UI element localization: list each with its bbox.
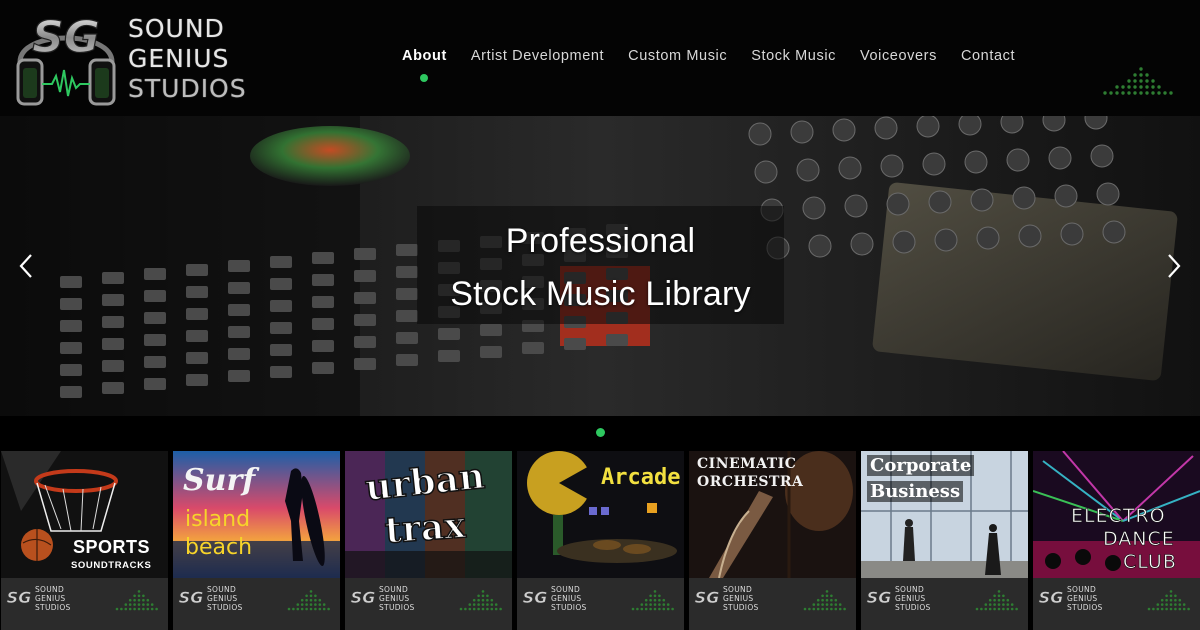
album-card-sports[interactable]: SPORTS SOUNDTRACKS SG SOUND GENIUS STUDIOS bbox=[1, 451, 168, 630]
mini-logo-icon: SG bbox=[522, 588, 548, 608]
hero-slider: Professional Stock Music Library bbox=[0, 116, 1200, 416]
mini-equalizer-icon bbox=[975, 590, 1018, 611]
nav-label-custom-music: Custom Music bbox=[628, 48, 728, 64]
nav-label-about: About bbox=[402, 48, 447, 64]
album-title-cinematic: CINEMATIC bbox=[697, 456, 797, 472]
nav-label-artist-development: Artist Development bbox=[470, 48, 605, 64]
mini-logo-icon: SG bbox=[350, 588, 376, 608]
slider-pagination bbox=[0, 416, 1200, 450]
logo-mark-icon: SG bbox=[16, 11, 116, 106]
mini-logo-icon: SG bbox=[6, 588, 32, 608]
mini-wordmark: SOUND GENIUS STUDIOS bbox=[379, 585, 415, 612]
album-title-beach: beach bbox=[185, 535, 253, 560]
album-title-dance: DANCE bbox=[1103, 528, 1175, 551]
site-logo[interactable]: SG SOUND GENIUS STUDIOS bbox=[12, 10, 274, 110]
mini-wordmark: SOUND GENIUS STUDIOS bbox=[551, 585, 587, 612]
album-card-urban-trax[interactable]: urban trax SG SOUND GENIUS STUDIOS bbox=[345, 451, 512, 630]
nav-label-voiceovers: Voiceovers bbox=[860, 48, 937, 64]
album-title-corporate: Corporate bbox=[867, 455, 975, 476]
album-footer: SG SOUND GENIUS STUDIOS bbox=[345, 578, 512, 630]
album-card-corporate-business[interactable]: Corporate Business SG SOUND GENIUS STUDIOS bbox=[861, 451, 1028, 630]
nav-label-stock-music: Stock Music bbox=[751, 48, 836, 64]
album-footer: SG SOUND GENIUS STUDIOS bbox=[861, 578, 1028, 630]
album-subtitle-sports: SOUNDTRACKS bbox=[71, 560, 152, 571]
main-nav: About Artist Development Custom Music St… bbox=[402, 48, 1015, 82]
album-title-sports: SPORTS bbox=[73, 537, 151, 557]
mini-wordmark: SOUND GENIUS STUDIOS bbox=[895, 585, 931, 612]
nav-item-stock-music[interactable]: Stock Music bbox=[751, 48, 836, 70]
mini-wordmark: SOUND GENIUS STUDIOS bbox=[723, 585, 759, 612]
album-card-cinematic-orchestra[interactable]: CINEMATIC ORCHESTRA SG SOUND GENIUS STUDIO… bbox=[689, 451, 856, 630]
album-card-surf[interactable]: Surf island beach SG SOUND GENIUS STUDIOS bbox=[173, 451, 340, 630]
album-card-arcade[interactable]: Arcade SG SOUND GENIUS STUDIOS bbox=[517, 451, 684, 630]
mini-logo-icon: SG bbox=[178, 588, 204, 608]
svg-text:SG: SG bbox=[523, 588, 548, 607]
album-title-electro: ELECTRO bbox=[1071, 505, 1166, 528]
mini-equalizer-icon bbox=[287, 590, 330, 611]
chevron-right-icon[interactable] bbox=[1162, 252, 1186, 280]
active-nav-indicator bbox=[420, 74, 429, 82]
nav-item-contact[interactable]: Contact bbox=[961, 48, 1015, 70]
hero-caption: Professional Stock Music Library bbox=[417, 206, 784, 324]
nav-item-about[interactable]: About bbox=[402, 48, 447, 82]
nav-item-artist-development[interactable]: Artist Development bbox=[471, 48, 604, 70]
album-card-electro-dance-club[interactable]: ELECTRO DANCE CLUB SG SOUND GENIUS STUDIOS bbox=[1033, 451, 1200, 630]
logo-line-sound: SOUND bbox=[128, 14, 225, 43]
album-title-trax: trax bbox=[383, 503, 468, 552]
mini-equalizer-icon bbox=[115, 590, 158, 611]
mini-equalizer-icon bbox=[631, 590, 674, 611]
mini-wordmark: SOUND GENIUS STUDIOS bbox=[1067, 585, 1103, 612]
mini-equalizer-icon bbox=[803, 590, 846, 611]
svg-text:SG: SG bbox=[32, 12, 100, 63]
album-title-business: Business bbox=[867, 481, 964, 502]
mini-logo-icon: SG bbox=[694, 588, 720, 608]
album-art-sports bbox=[1, 451, 168, 578]
svg-text:SG: SG bbox=[695, 588, 720, 607]
svg-text:SG: SG bbox=[351, 588, 376, 607]
svg-text:SG: SG bbox=[867, 588, 892, 607]
svg-text:SG: SG bbox=[179, 588, 204, 607]
album-title-orchestra: ORCHESTRA bbox=[697, 474, 804, 490]
album-strip: SPORTS SOUNDTRACKS SG SOUND GENIUS STUDIOS bbox=[0, 451, 1200, 630]
album-footer: SG SOUND GENIUS STUDIOS bbox=[1033, 578, 1200, 630]
album-footer: SG SOUND GENIUS STUDIOS bbox=[689, 578, 856, 630]
album-footer: SG SOUND GENIUS STUDIOS bbox=[517, 578, 684, 630]
logo-line-studios: STUDIOS bbox=[128, 74, 247, 103]
album-title-island: island bbox=[185, 507, 251, 532]
svg-text:SG: SG bbox=[1039, 588, 1064, 607]
logo-line-genius: GENIUS bbox=[128, 44, 230, 73]
album-title-arcade: Arcade bbox=[601, 465, 681, 490]
album-title-club: CLUB bbox=[1123, 551, 1177, 574]
mini-wordmark: SOUND GENIUS STUDIOS bbox=[35, 585, 71, 612]
album-footer: SG SOUND GENIUS STUDIOS bbox=[173, 578, 340, 630]
hero-title-line-1: Professional bbox=[505, 222, 696, 260]
mini-equalizer-icon bbox=[1147, 590, 1190, 611]
svg-text:SG: SG bbox=[7, 588, 32, 607]
nav-label-contact: Contact bbox=[960, 48, 1016, 64]
logo-wordmark: SOUND GENIUS STUDIOS bbox=[128, 14, 278, 104]
mini-wordmark: SOUND GENIUS STUDIOS bbox=[207, 585, 243, 612]
album-title-surf: Surf bbox=[183, 463, 256, 498]
hero-title-line-2: Stock Music Library bbox=[450, 275, 751, 313]
slider-dot-active[interactable] bbox=[596, 428, 605, 437]
album-footer: SG SOUND GENIUS STUDIOS bbox=[1, 578, 168, 630]
mini-logo-icon: SG bbox=[1038, 588, 1064, 608]
site-header: SG SOUND GENIUS STUDIOS About Artist Dev… bbox=[0, 0, 1200, 116]
mini-logo-icon: SG bbox=[866, 588, 892, 608]
nav-item-voiceovers[interactable]: Voiceovers bbox=[860, 48, 937, 70]
chevron-left-icon[interactable] bbox=[14, 252, 38, 280]
nav-item-custom-music[interactable]: Custom Music bbox=[628, 48, 727, 70]
mini-equalizer-icon bbox=[459, 590, 502, 611]
equalizer-icon bbox=[1103, 67, 1173, 95]
